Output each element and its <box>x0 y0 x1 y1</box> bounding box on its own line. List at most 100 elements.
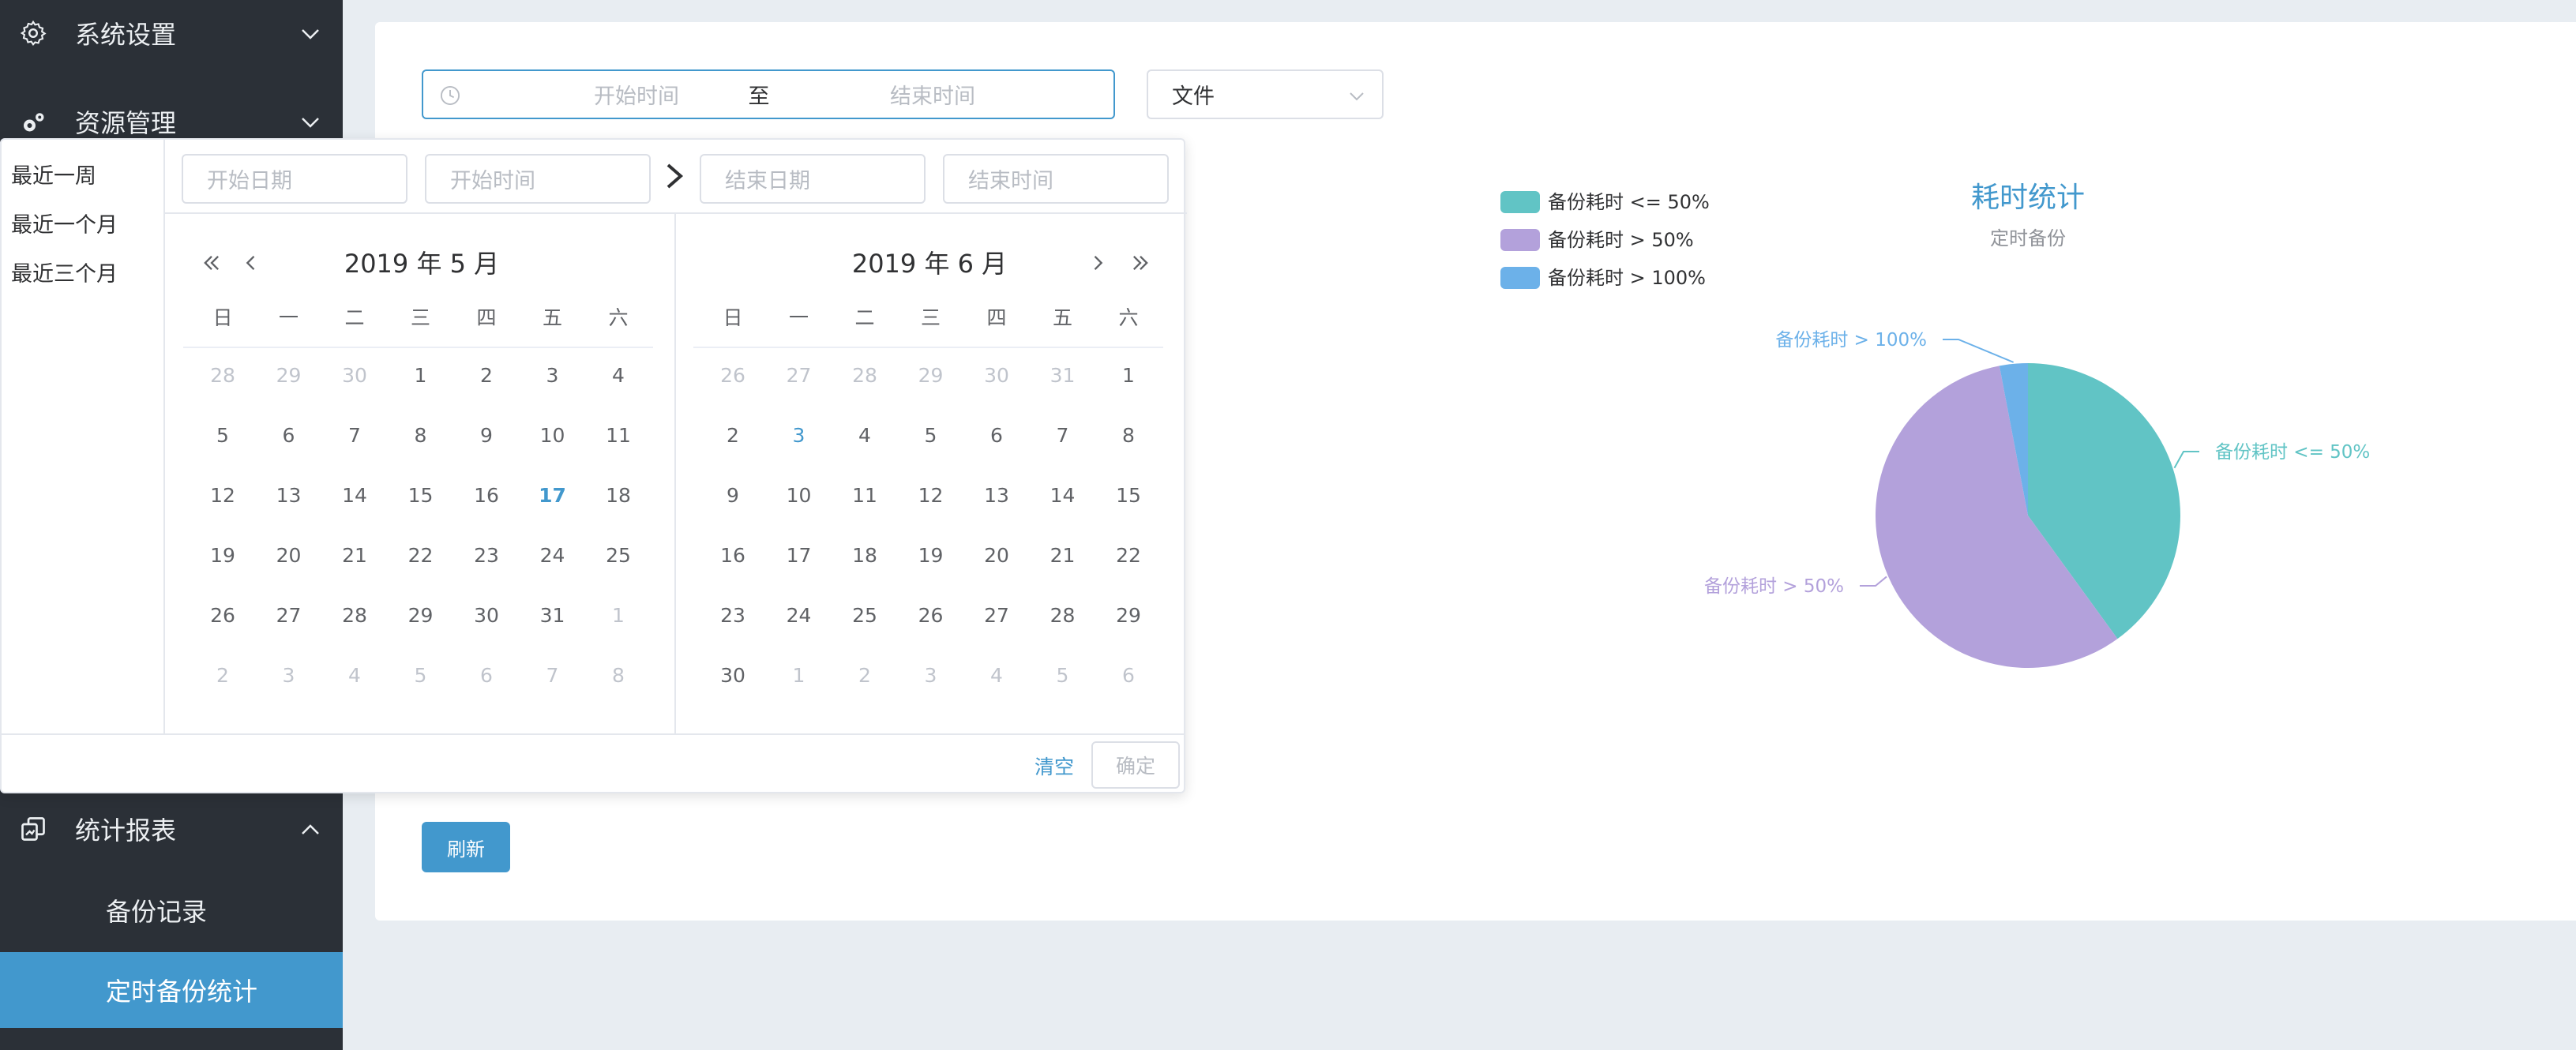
calendar-day[interactable]: 6 <box>965 424 1028 447</box>
calendar-day[interactable]: 8 <box>389 424 452 447</box>
next-year-icon[interactable] <box>1129 252 1151 274</box>
calendar-day[interactable]: 26 <box>191 604 254 627</box>
calendar-day[interactable]: 4 <box>323 664 386 687</box>
legend-swatch[interactable] <box>1500 267 1540 289</box>
calendar-day[interactable]: 13 <box>965 484 1028 507</box>
calendar-day[interactable]: 15 <box>389 484 452 507</box>
clear-button[interactable]: 清空 <box>1035 752 1074 780</box>
calendar-day[interactable]: 29 <box>899 364 963 387</box>
calendar-day[interactable]: 5 <box>389 664 452 687</box>
legend-label[interactable]: 备份耗时 > 50% <box>1548 229 1694 251</box>
menu-item-system-settings[interactable]: 系统设置 <box>0 0 343 66</box>
calendar-day[interactable]: 4 <box>965 664 1028 687</box>
calendar-day[interactable]: 17 <box>768 544 831 567</box>
end-time-input[interactable]: 结束时间 <box>943 154 1169 204</box>
calendar-day[interactable]: 27 <box>965 604 1028 627</box>
calendar-day[interactable]: 2 <box>455 364 518 387</box>
calendar-day[interactable]: 3 <box>521 364 584 387</box>
calendar-day[interactable]: 12 <box>191 484 254 507</box>
calendar-day[interactable]: 24 <box>521 544 584 567</box>
prev-year-icon[interactable] <box>201 252 223 274</box>
calendar-day[interactable]: 20 <box>257 544 321 567</box>
calendar-day[interactable]: 3 <box>899 664 963 687</box>
submenu-item-scheduled-backup-stats[interactable]: 定时备份统计 <box>0 952 343 1028</box>
calendar-day[interactable]: 6 <box>455 664 518 687</box>
calendar-day[interactable]: 12 <box>899 484 963 507</box>
calendar-day[interactable]: 11 <box>587 424 650 447</box>
calendar-day[interactable]: 2 <box>833 664 896 687</box>
legend-swatch[interactable] <box>1500 191 1540 213</box>
calendar-day[interactable]: 15 <box>1097 484 1160 507</box>
menu-item-statistics-report[interactable]: 统计报表 <box>0 796 343 862</box>
calendar-day[interactable]: 7 <box>521 664 584 687</box>
calendar-day[interactable]: 30 <box>323 364 386 387</box>
end-date-input[interactable]: 结束日期 <box>700 154 926 204</box>
next-month-icon[interactable] <box>1087 252 1109 274</box>
calendar-day[interactable]: 31 <box>521 604 584 627</box>
calendar-day[interactable]: 10 <box>521 424 584 447</box>
calendar-day[interactable]: 11 <box>833 484 896 507</box>
calendar-day[interactable]: 19 <box>191 544 254 567</box>
calendar-day[interactable]: 16 <box>455 484 518 507</box>
calendar-day[interactable]: 7 <box>323 424 386 447</box>
calendar-day[interactable]: 3 <box>257 664 321 687</box>
calendar-day[interactable]: 17 <box>521 484 584 507</box>
date-range-input[interactable]: 开始时间 至 结束时间 <box>422 69 1115 119</box>
calendar-day[interactable]: 26 <box>899 604 963 627</box>
calendar-day[interactable]: 1 <box>1097 364 1160 387</box>
calendar-day[interactable]: 31 <box>1031 364 1095 387</box>
calendar-day[interactable]: 25 <box>587 544 650 567</box>
submenu-item-backup-records[interactable]: 备份记录 <box>0 875 343 946</box>
calendar-day[interactable]: 9 <box>701 484 764 507</box>
calendar-day[interactable]: 18 <box>587 484 650 507</box>
calendar-day[interactable]: 29 <box>257 364 321 387</box>
calendar-day[interactable]: 30 <box>701 664 764 687</box>
calendar-day[interactable]: 28 <box>1031 604 1095 627</box>
calendar-day[interactable]: 5 <box>899 424 963 447</box>
calendar-day[interactable]: 5 <box>1031 664 1095 687</box>
calendar-day[interactable]: 29 <box>389 604 452 627</box>
legend-swatch[interactable] <box>1500 229 1540 251</box>
calendar-day[interactable]: 30 <box>455 604 518 627</box>
calendar-day[interactable]: 30 <box>965 364 1028 387</box>
calendar-day[interactable]: 22 <box>389 544 452 567</box>
calendar-day[interactable]: 14 <box>1031 484 1095 507</box>
calendar-day[interactable]: 21 <box>323 544 386 567</box>
calendar-day[interactable]: 2 <box>701 424 764 447</box>
calendar-day[interactable]: 9 <box>455 424 518 447</box>
calendar-day[interactable]: 6 <box>257 424 321 447</box>
start-time-input[interactable]: 开始时间 <box>425 154 651 204</box>
calendar-day[interactable]: 24 <box>768 604 831 627</box>
calendar-day[interactable]: 4 <box>587 364 650 387</box>
calendar-day[interactable]: 7 <box>1031 424 1095 447</box>
calendar-day[interactable]: 26 <box>701 364 764 387</box>
calendar-day[interactable]: 27 <box>257 604 321 627</box>
calendar-day[interactable]: 2 <box>191 664 254 687</box>
calendar-day[interactable]: 5 <box>191 424 254 447</box>
calendar-day[interactable]: 14 <box>323 484 386 507</box>
calendar-day[interactable]: 8 <box>587 664 650 687</box>
calendar-day[interactable]: 27 <box>768 364 831 387</box>
calendar-day[interactable]: 6 <box>1097 664 1160 687</box>
shortcut-last-three-months[interactable]: 最近三个月 <box>11 257 118 287</box>
calendar-day[interactable]: 28 <box>191 364 254 387</box>
calendar-day[interactable]: 1 <box>768 664 831 687</box>
calendar-day[interactable]: 3 <box>768 424 831 447</box>
calendar-day[interactable]: 19 <box>899 544 963 567</box>
shortcut-last-week[interactable]: 最近一周 <box>11 159 96 189</box>
shortcut-last-month[interactable]: 最近一个月 <box>11 208 118 238</box>
calendar-day[interactable]: 1 <box>587 604 650 627</box>
calendar-day[interactable]: 22 <box>1097 544 1160 567</box>
calendar-day[interactable]: 25 <box>833 604 896 627</box>
calendar-day[interactable]: 29 <box>1097 604 1160 627</box>
calendar-day[interactable]: 16 <box>701 544 764 567</box>
calendar-day[interactable]: 8 <box>1097 424 1160 447</box>
confirm-button[interactable]: 确定 <box>1091 741 1180 789</box>
calendar-day[interactable]: 28 <box>833 364 896 387</box>
prev-month-icon[interactable] <box>240 252 262 274</box>
calendar-day[interactable]: 23 <box>701 604 764 627</box>
calendar-day[interactable]: 21 <box>1031 544 1095 567</box>
calendar-day[interactable]: 23 <box>455 544 518 567</box>
calendar-day[interactable]: 10 <box>768 484 831 507</box>
calendar-day[interactable]: 4 <box>833 424 896 447</box>
